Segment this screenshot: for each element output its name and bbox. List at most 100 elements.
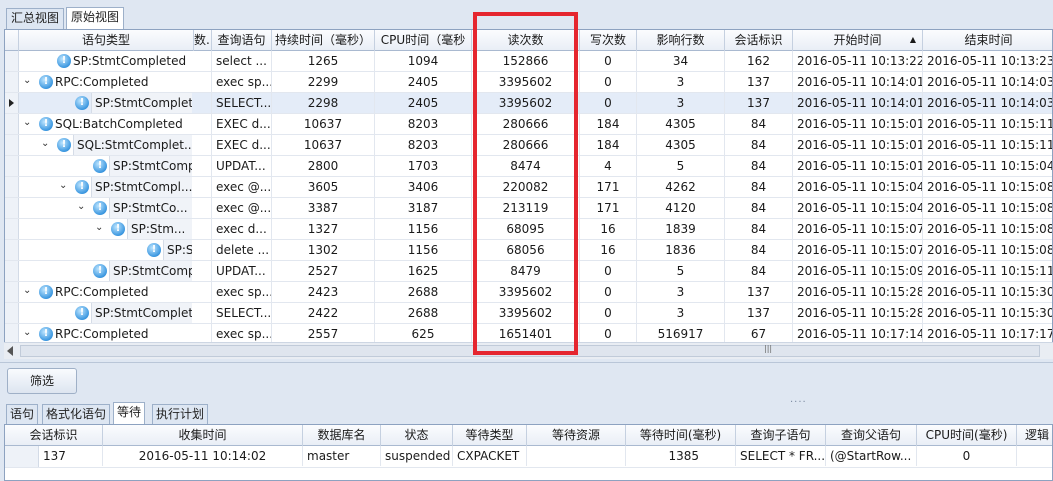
row-indicator[interactable] xyxy=(5,72,19,92)
database-cell xyxy=(194,177,212,197)
tab-raw-view[interactable]: 原始视图 xyxy=(66,7,125,30)
dcol-wait-time[interactable]: 等待时间(毫秒) xyxy=(626,425,736,446)
session-cell: 137 xyxy=(725,282,793,302)
duration-cell: 10637 xyxy=(272,114,375,134)
statement-type-cell: SP:S... xyxy=(163,240,192,260)
database-cell xyxy=(194,51,212,71)
wait-detail-grid[interactable]: 会话标识 收集时间 数据库名 状态 等待类型 等待资源 等待时间(毫秒) 查询子… xyxy=(4,424,1053,481)
row-indicator[interactable] xyxy=(5,51,19,71)
row-indicator[interactable] xyxy=(5,198,19,218)
duration-cell: 2800 xyxy=(272,156,375,176)
statement-type-cell: SP:StmtCompl... xyxy=(109,156,192,176)
col-query[interactable]: 查询语句 xyxy=(212,30,272,51)
expand-chevron-icon[interactable]: ⌄ xyxy=(23,76,33,86)
header-indicator xyxy=(5,30,19,51)
dcol-child-statement[interactable]: 查询子语句 xyxy=(736,425,826,446)
dcol-collect-time[interactable]: 收集时间 xyxy=(103,425,303,446)
col-start-time[interactable]: 开始时间 ▲ xyxy=(793,30,923,51)
row-indicator[interactable] xyxy=(5,93,19,113)
col-cpu-time[interactable]: CPU时间（毫秒 xyxy=(375,30,472,51)
col-session-id[interactable]: 会话标识 xyxy=(725,30,793,51)
duration-cell: 1265 xyxy=(272,51,375,71)
statement-type-cell: SQL:BatchCompleted xyxy=(55,117,183,131)
dcol-parent-statement[interactable]: 查询父语句 xyxy=(826,425,917,446)
query-cell: exec d... xyxy=(212,219,272,239)
expand-chevron-icon[interactable]: ⌄ xyxy=(23,118,33,128)
dcol-database-name[interactable]: 数据库名 xyxy=(303,425,381,446)
info-icon: ! xyxy=(57,138,71,152)
rows-cell: 34 xyxy=(637,51,725,71)
rows-cell: 3 xyxy=(637,93,725,113)
expand-chevron-icon[interactable]: ⌄ xyxy=(77,202,87,212)
tab-formatted-statement[interactable]: 格式化语句 xyxy=(42,404,111,424)
col-end-time[interactable]: 结束时间 xyxy=(923,30,1052,51)
database-cell xyxy=(194,261,212,281)
dcol-session-id[interactable]: 会话标识 xyxy=(5,425,103,446)
writes-cell: 0 xyxy=(580,303,637,323)
scroll-left-icon[interactable] xyxy=(7,346,13,356)
database-cell xyxy=(194,219,212,239)
end-cell: 2016-05-11 10:15:08 xyxy=(923,177,1052,197)
col-duration[interactable]: 持续时间（毫秒） xyxy=(272,30,375,51)
row-indicator[interactable] xyxy=(5,282,19,302)
end-cell: 2016-05-11 10:14:03 xyxy=(923,72,1052,92)
statement-type-cell: RPC:Completed xyxy=(55,285,149,299)
row-indicator[interactable] xyxy=(5,114,19,134)
database-cell xyxy=(194,303,212,323)
start-cell: 2016-05-11 10:14:01 xyxy=(793,93,923,113)
col-rows-affected[interactable]: 影响行数 xyxy=(637,30,725,51)
row-indicator[interactable] xyxy=(5,177,19,197)
expand-chevron-icon[interactable]: ⌄ xyxy=(23,286,33,296)
expand-chevron-icon[interactable]: ⌄ xyxy=(23,328,33,338)
rows-cell: 1839 xyxy=(637,219,725,239)
end-cell: 2016-05-11 10:15:11 xyxy=(923,261,1052,281)
cpu-cell: 2688 xyxy=(375,303,472,323)
dcol-status[interactable]: 状态 xyxy=(381,425,453,446)
detail-cell-collect-time: 2016-05-11 10:14:02 xyxy=(103,446,303,466)
detail-cell-wait-type: CXPACKET xyxy=(453,446,527,466)
dcol-wait-type[interactable]: 等待类型 xyxy=(453,425,527,446)
tab-waits[interactable]: 等待 xyxy=(113,402,146,424)
row-indicator[interactable] xyxy=(5,219,19,239)
query-cell: SELECT... xyxy=(212,93,272,113)
info-icon: ! xyxy=(93,201,107,215)
row-indicator[interactable] xyxy=(5,261,19,281)
col-writes[interactable]: 写次数 xyxy=(580,30,637,51)
col-database[interactable]: 数... xyxy=(194,30,212,51)
cpu-cell: 2688 xyxy=(375,282,472,302)
detail-table-row[interactable]: 137 2016-05-11 10:14:02 master suspended… xyxy=(5,446,1052,468)
row-indicator[interactable] xyxy=(5,240,19,260)
database-cell xyxy=(194,93,212,113)
writes-cell: 184 xyxy=(580,135,637,155)
session-cell: 67 xyxy=(725,324,793,344)
duration-cell: 2298 xyxy=(272,93,375,113)
expand-chevron-icon[interactable]: ⌄ xyxy=(95,223,105,233)
session-cell: 84 xyxy=(725,177,793,197)
query-cell: exec @... xyxy=(212,177,272,197)
row-indicator[interactable] xyxy=(5,135,19,155)
tab-summary-view[interactable]: 汇总视图 xyxy=(6,8,65,29)
detail-cell-child-statement: SELECT * FR... xyxy=(736,446,826,466)
query-cell: exec sp... xyxy=(212,72,272,92)
detail-cell-database: master xyxy=(303,446,381,466)
rows-cell: 4262 xyxy=(637,177,725,197)
dcol-cpu-time[interactable]: CPU时间(毫秒) xyxy=(917,425,1017,446)
row-indicator[interactable] xyxy=(5,156,19,176)
info-icon: ! xyxy=(75,180,89,194)
expand-chevron-icon[interactable]: ⌄ xyxy=(41,139,51,149)
dcol-wait-resource[interactable]: 等待资源 xyxy=(527,425,626,446)
start-cell: 2016-05-11 10:14:01 xyxy=(793,72,923,92)
dcol-logical[interactable]: 逻辑 xyxy=(1017,425,1052,446)
expand-chevron-icon[interactable]: ⌄ xyxy=(59,181,69,191)
end-cell: 2016-05-11 10:15:30 xyxy=(923,282,1052,302)
col-statement-type[interactable]: 语句类型 xyxy=(19,30,194,51)
database-cell xyxy=(194,156,212,176)
row-indicator[interactable] xyxy=(5,303,19,323)
tab-execution-plan[interactable]: 执行计划 xyxy=(152,404,209,424)
end-cell: 2016-05-11 10:15:11 xyxy=(923,135,1052,155)
filter-button[interactable]: 筛选 xyxy=(7,368,77,394)
duration-cell: 2299 xyxy=(272,72,375,92)
row-indicator[interactable] xyxy=(5,324,19,344)
info-icon: ! xyxy=(93,159,107,173)
tab-statement[interactable]: 语句 xyxy=(6,404,39,424)
